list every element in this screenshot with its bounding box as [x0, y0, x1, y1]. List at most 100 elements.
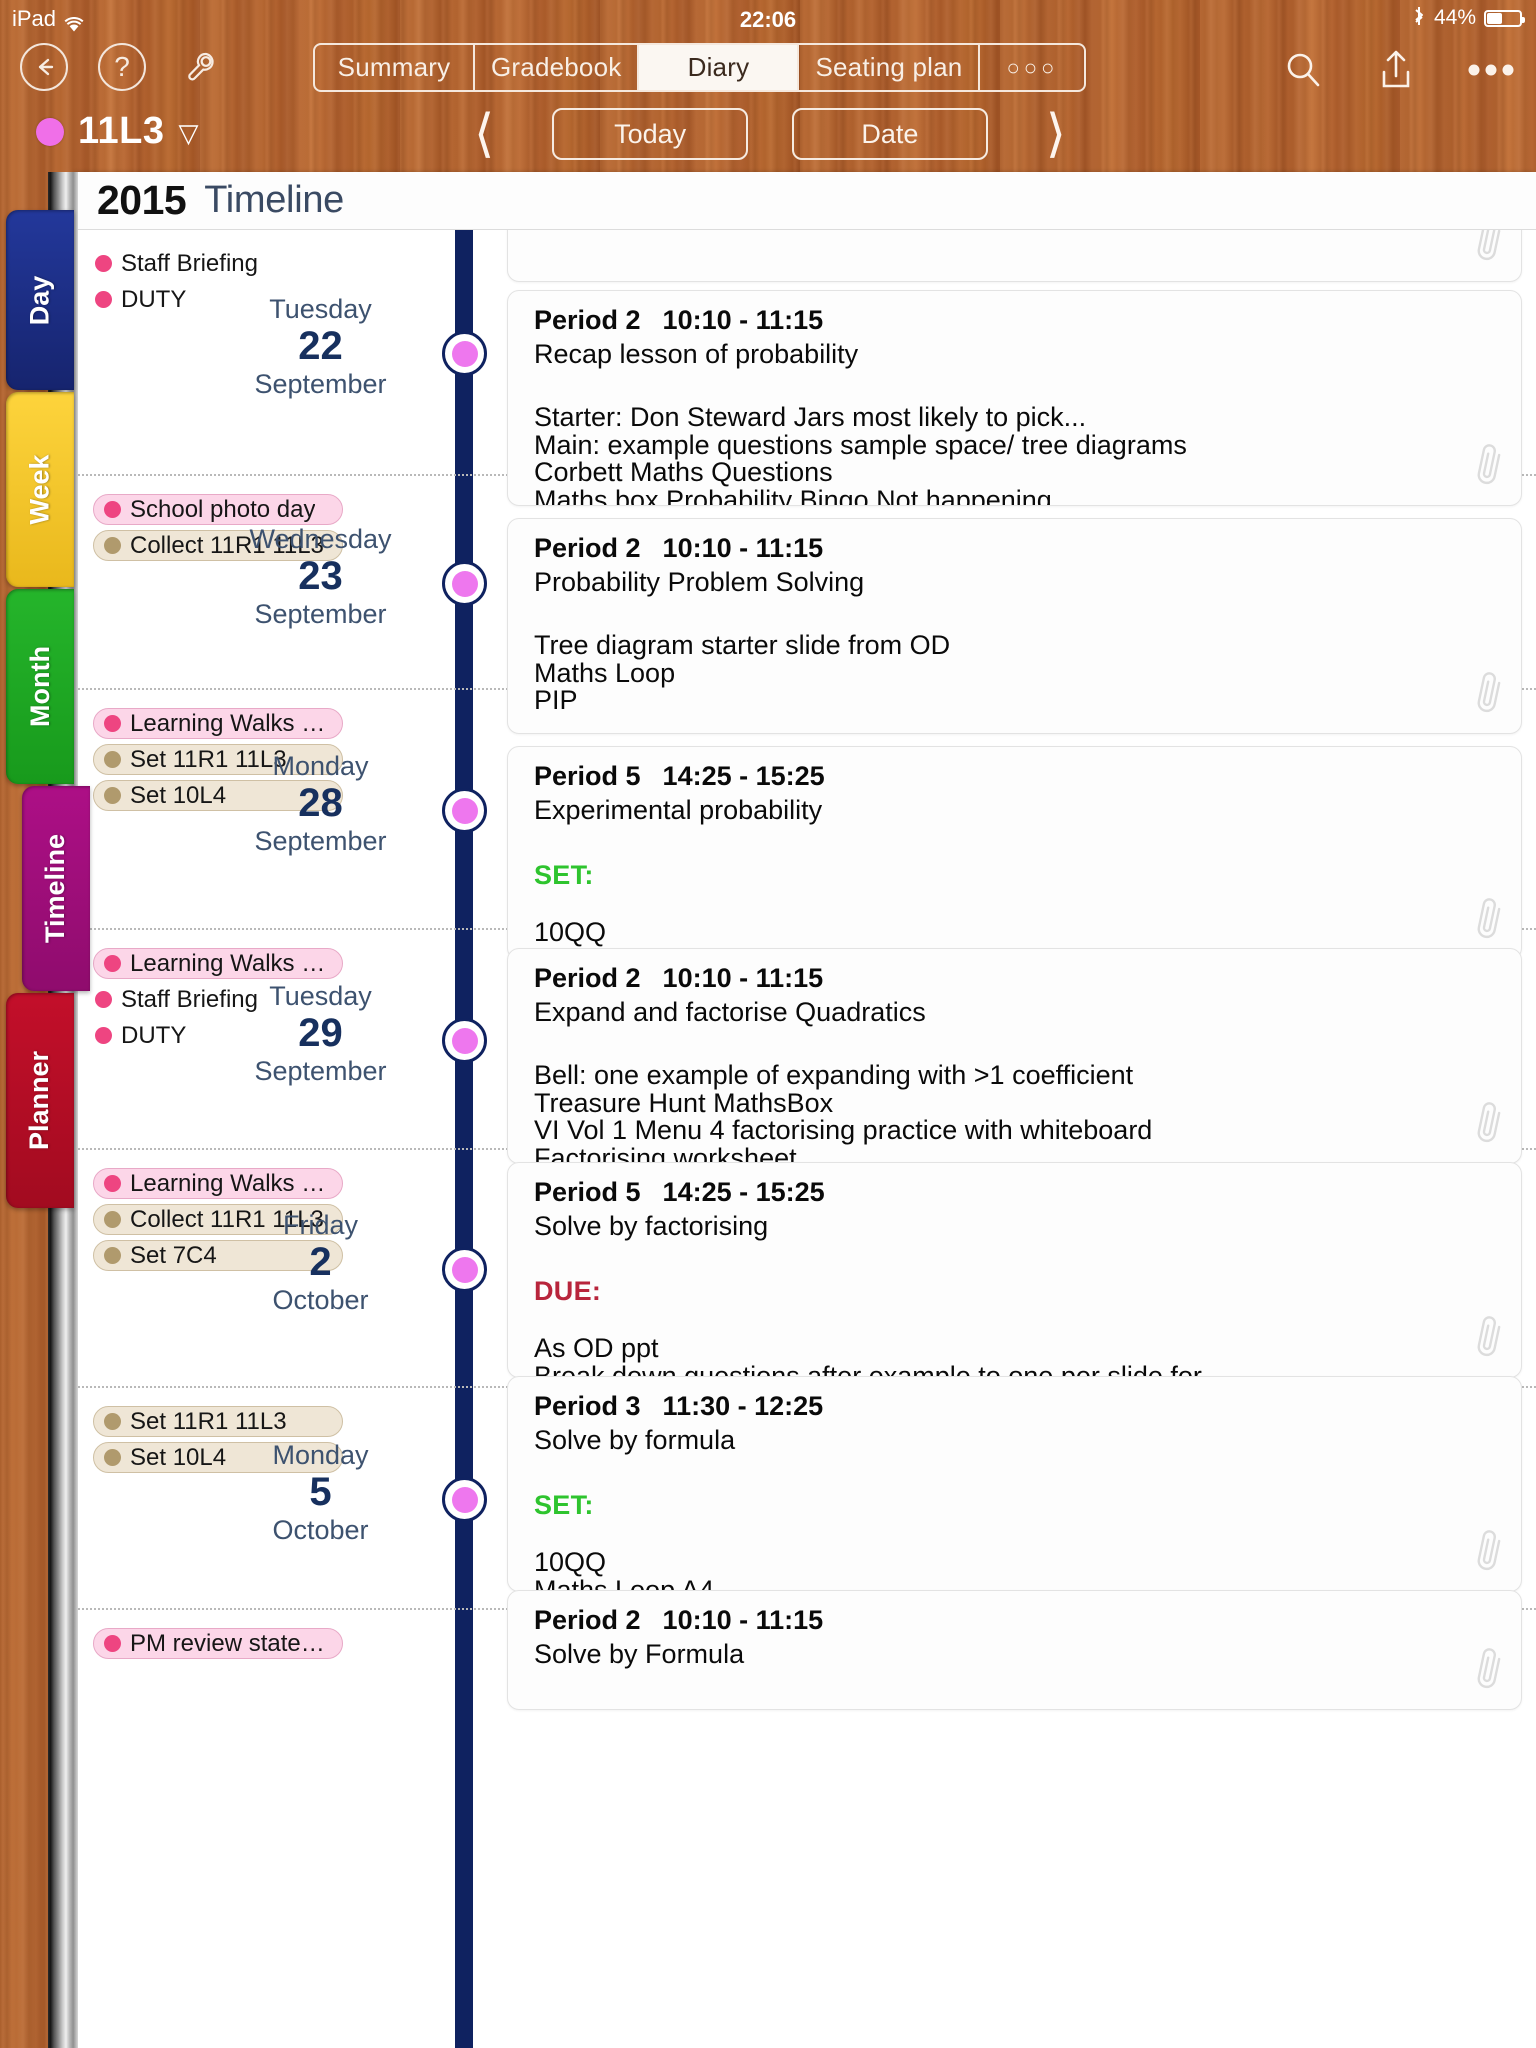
date-label-block: Tuesday 22 September	[213, 294, 428, 399]
day-event-chips: PM review stateme…	[93, 1628, 343, 1664]
class-selector[interactable]: 11L3 ▽	[36, 110, 199, 153]
timeline-marker-dot	[451, 1256, 478, 1283]
event-color-dot	[95, 1027, 112, 1044]
timeline-marker[interactable]	[442, 561, 487, 606]
event-chip[interactable]: Learning Walks Week	[93, 1168, 343, 1199]
event-chip-label: DUTY	[121, 1021, 187, 1049]
tab-diary[interactable]: Diary	[639, 45, 800, 90]
day-of-week-label: Tuesday	[269, 981, 372, 1011]
sidebar-item-month[interactable]: Month	[6, 589, 74, 784]
month-label: September	[254, 1056, 387, 1087]
tab-more-options[interactable]: ○○○	[980, 45, 1084, 90]
timeline-marker[interactable]	[442, 1018, 487, 1063]
lesson-card[interactable]: Period 2 10:10 - 11:15 Expand and factoris…	[507, 948, 1522, 1164]
event-chip[interactable]: Staff Briefing	[93, 248, 343, 279]
lesson-card[interactable]: Period 3 11:30 - 12:25 Solve by formula SET…	[507, 1376, 1522, 1592]
lesson-card[interactable]: Period 2 10:10 - 11:15 Recap lesson of pro…	[507, 290, 1522, 506]
question-mark-icon[interactable]: ?	[98, 43, 146, 91]
sidebar-item-timeline[interactable]: Timeline	[22, 786, 90, 991]
lesson-subject-label: Probability Problem Solving	[534, 567, 865, 597]
sidebar-item-day[interactable]: Day	[6, 210, 74, 390]
event-chip[interactable]: School photo day	[93, 494, 343, 525]
lesson-note-line: Corbett Maths Questions	[534, 457, 833, 488]
event-chip[interactable]: Learning Walks Week	[93, 948, 343, 979]
lesson-card[interactable]: Period 5 14:25 - 15:25 Solve by factorisin…	[507, 1162, 1522, 1378]
date-label-block: Wednesday 23 September	[213, 524, 428, 629]
event-color-dot	[95, 291, 112, 308]
lesson-card[interactable]: Period 5 14:25 - 15:25 Experimental probab…	[507, 746, 1522, 960]
sidebar-item-week[interactable]: Week	[6, 392, 74, 587]
chevron-right-icon[interactable]: ⟩	[1032, 108, 1080, 160]
view-tab-group[interactable]: Summary Gradebook Diary Seating plan ○○○	[313, 43, 1087, 92]
event-color-dot	[104, 751, 121, 768]
lesson-card[interactable]: Period 2 10:10 - 11:15 Probability Problem…	[507, 518, 1522, 734]
paperclip-icon[interactable]	[1466, 230, 1511, 276]
lesson-card[interactable]	[507, 230, 1522, 282]
event-color-dot	[104, 1413, 121, 1430]
timeline-scroll-area[interactable]: Staff Briefing DUTY Tuesday 22 September Scho…	[75, 230, 1536, 2048]
period-label: Period 2	[534, 1605, 641, 1635]
status-bar: iPad 22:06 44%	[0, 0, 1536, 38]
lesson-subject-label: Experimental probability	[534, 795, 823, 825]
timeline-marker[interactable]	[442, 1247, 487, 1292]
tab-summary[interactable]: Summary	[315, 45, 475, 90]
event-color-dot	[95, 255, 112, 272]
event-chip[interactable]: Learning Walks Week	[93, 708, 343, 739]
lesson-subject-label: Solve by Formula	[534, 1639, 745, 1669]
wrench-icon[interactable]	[176, 43, 224, 91]
event-color-dot	[104, 955, 121, 972]
lesson-note-line: Main: example questions sample space/ tr…	[534, 429, 1187, 460]
toolbar-right-icons	[1282, 48, 1514, 92]
event-color-dot	[104, 1449, 121, 1466]
event-chip[interactable]: Set 11R1 11L3	[93, 1406, 343, 1437]
sidebar-item-label: Day	[24, 275, 55, 325]
timeline-marker[interactable]	[442, 331, 487, 376]
time-range-label: 14:25 - 15:25	[662, 1177, 825, 1207]
today-button[interactable]: Today	[552, 108, 749, 160]
event-chip-label: DUTY	[121, 285, 187, 313]
back-arrow-icon[interactable]	[20, 43, 68, 91]
lesson-card-header: Period 2 10:10 - 11:15	[534, 305, 1495, 336]
lesson-card-header: Period 3 11:30 - 12:25	[534, 1391, 1495, 1422]
lesson-note-line: Tree diagram starter slide from OD	[534, 630, 951, 660]
event-color-dot	[104, 501, 121, 518]
timeline-marker-dot	[451, 340, 478, 367]
share-upload-icon[interactable]	[1376, 48, 1416, 92]
tab-gradebook[interactable]: Gradebook	[475, 45, 640, 90]
day-number-label: 23	[298, 554, 343, 599]
day-of-week-label: Tuesday	[269, 294, 372, 324]
lesson-note-line: Bell: one example of expanding with >1 c…	[534, 1060, 1134, 1090]
timeline-marker-dot	[451, 1486, 478, 1513]
month-label: October	[272, 1285, 369, 1316]
search-icon[interactable]	[1282, 49, 1324, 91]
day-number-label: 5	[309, 1470, 332, 1515]
day-of-week-label: Monday	[272, 751, 369, 781]
event-color-dot	[104, 1211, 121, 1228]
event-chip-label: Learning Walks Week	[130, 1169, 332, 1197]
toolbar-left-icons: ?	[20, 43, 224, 91]
more-dots-icon[interactable]	[1468, 63, 1514, 77]
timeline-marker[interactable]	[442, 788, 487, 833]
tab-seating-plan[interactable]: Seating plan	[799, 45, 981, 90]
sidebar-item-label: Timeline	[40, 833, 71, 944]
chevron-left-icon[interactable]: ⟨	[460, 108, 508, 160]
timeline-marker[interactable]	[442, 1477, 487, 1522]
class-color-dot	[36, 117, 64, 146]
date-navigation-group: ⟨ Today Date ⟩	[460, 100, 1080, 168]
sidebar-item-planner[interactable]: Planner	[6, 993, 74, 1208]
event-chip[interactable]: PM review stateme…	[93, 1628, 343, 1659]
status-right: 44%	[1412, 5, 1525, 31]
lesson-card[interactable]: Period 2 10:10 - 11:15 Solve by Formula	[507, 1590, 1522, 1710]
event-chip-label: Learning Walks Week	[130, 949, 332, 977]
class-navigation-bar: 11L3 ▽ ⟨ Today Date ⟩	[0, 96, 1536, 172]
day-number-label: 22	[298, 324, 343, 369]
lesson-subject-label: Expand and factorise Quadratics	[534, 997, 926, 1027]
chevron-down-icon[interactable]: ▽	[179, 118, 199, 149]
period-label: Period 2	[534, 305, 641, 335]
lesson-note-line: Maths Loop	[534, 657, 676, 688]
date-button[interactable]: Date	[791, 108, 988, 160]
